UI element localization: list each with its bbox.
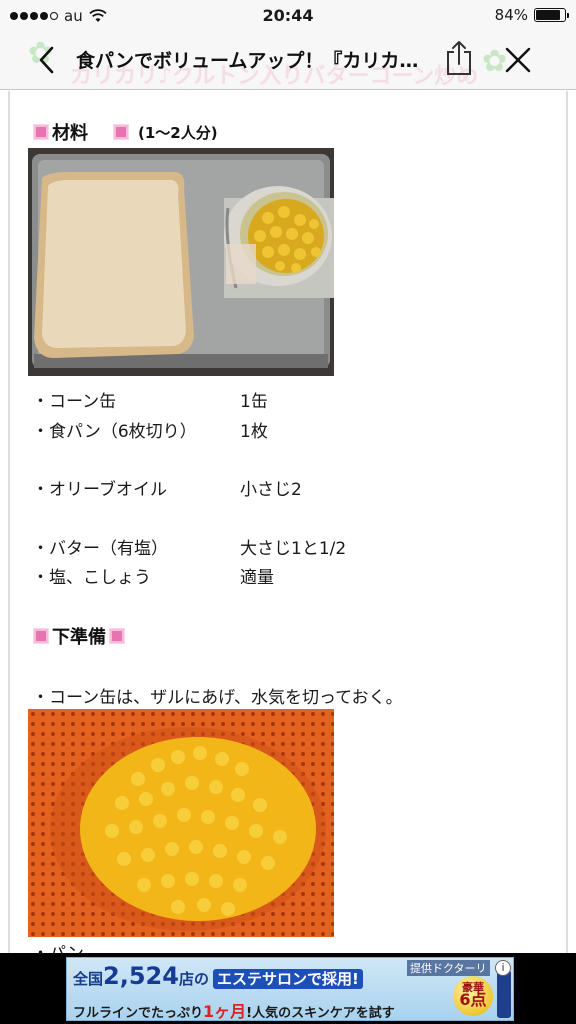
prep-step-text: ・コーン缶は、ザルにあげ、水気を切っておく。 [32, 688, 403, 708]
pink-square-icon [114, 125, 128, 139]
ingredient-row: ・バター（有塩） 大さじ1と1/2 [32, 534, 346, 559]
ingredient-qty: 大さじ1と1/2 [240, 539, 347, 559]
ingredient-qty: 小さじ2 [240, 480, 302, 500]
ingredient-row: ・食パン（6枚切り） 1枚 [32, 417, 268, 442]
ad-subline: フルラインでたっぷり1ヶ月!人気のスキンケアを試す [73, 998, 395, 1021]
ad-prefix: 全国 [73, 970, 104, 988]
ad-cta-label: エステサロンで採用! [212, 969, 363, 989]
heading-text: 材料 [52, 123, 88, 144]
ad-headline: 全国2,524店の エステサロンで採用! [73, 962, 363, 990]
ingredient-name: ・バター（有塩） [32, 539, 168, 559]
pink-square-icon [34, 125, 48, 139]
pink-square-icon [110, 629, 124, 643]
next-step-partial-text: ・パン… [32, 939, 101, 953]
ingredient-qty: 1枚 [240, 422, 268, 442]
prep-heading: 下準備 [34, 623, 124, 649]
right-border [566, 91, 568, 953]
close-icon[interactable] [504, 46, 532, 74]
navigation-bar: ✿ ✿ カリカリ♪クルトン入りバターコーン炒め 食パンでボリュームアップ！『カリ… [0, 30, 576, 90]
status-right: 84% [494, 6, 569, 24]
battery-icon [534, 8, 569, 22]
ad-subline-b: !人気のスキンケアを試す [246, 1006, 395, 1021]
ingredient-row: ・オリーブオイル 小さじ2 [32, 475, 302, 500]
screen: au 20:44 84% ✿ ✿ カリカリ♪クルトン入りバターコーン炒め 食パン… [0, 0, 576, 1024]
battery-fill [536, 10, 560, 20]
ad-banner[interactable]: 全国2,524店の エステサロンで採用! フルラインでたっぷり1ヶ月!人気のスキン… [66, 957, 514, 1021]
pink-square-icon [34, 629, 48, 643]
ad-provider-label: 提供ドクターリ [407, 960, 490, 976]
battery-percent: 84% [494, 6, 528, 24]
ad-subline-red: 1ヶ月 [203, 1002, 247, 1021]
servings-label: (1〜2人分) [138, 123, 218, 142]
ad-area: 全国2,524店の エステサロンで採用! フルラインでたっぷり1ヶ月!人気のスキン… [0, 953, 576, 1024]
article-content[interactable]: 材料 (1〜2人分) ・コーン缶 1缶 ・食パン（6枚切り） 1枚 ・オリーブオ… [0, 91, 576, 953]
corn-in-colander-photo [28, 709, 334, 937]
clock: 20:44 [262, 6, 314, 25]
ingredient-qty: 1缶 [240, 392, 268, 412]
ingredient-row: ・コーン缶 1缶 [32, 387, 268, 412]
left-border [8, 91, 10, 953]
ingredient-qty: 適量 [240, 568, 274, 588]
ad-badge-num: 6点 [459, 990, 487, 1009]
chevron-left-icon[interactable] [34, 44, 62, 76]
ad-store-count: 2,524 [103, 962, 179, 990]
status-bar: au 20:44 84% [0, 0, 576, 30]
share-icon[interactable] [444, 40, 474, 76]
bread-and-corn-can-photo [28, 148, 334, 376]
ingredient-name: ・コーン缶 [32, 392, 117, 412]
heading-text: 下準備 [52, 627, 106, 648]
info-icon[interactable]: i [495, 960, 511, 976]
ad-subline-a: フルラインでたっぷり [73, 1006, 204, 1021]
ingredients-heading: 材料 (1〜2人分) [34, 119, 218, 145]
page-title: 食パンでボリュームアップ！『カリカ… [76, 50, 419, 72]
ad-badge: 豪華 6点 [453, 976, 493, 1016]
ad-middle: 店の [178, 970, 209, 988]
ingredient-name: ・食パン（6枚切り） [32, 422, 197, 442]
ingredient-row: ・塩、こしょう 適量 [32, 563, 274, 588]
product-bottle-image [497, 970, 511, 1018]
ingredient-name: ・オリーブオイル [32, 480, 167, 500]
ingredient-name: ・塩、こしょう [32, 568, 151, 588]
